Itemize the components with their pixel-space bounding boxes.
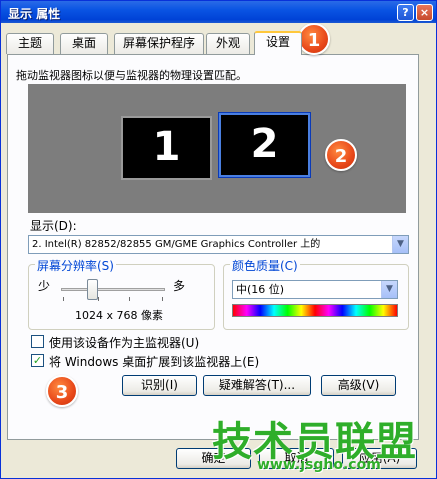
display-label: 显示(D): <box>30 219 77 233</box>
resolution-slider-thumb[interactable] <box>87 279 99 300</box>
identify-button[interactable]: 识别(I) <box>122 375 197 396</box>
resolution-title: 屏幕分辨率(S) <box>35 257 116 274</box>
resolution-less-label: 少 <box>38 279 51 293</box>
slider-tick <box>98 297 99 301</box>
tab-desktop[interactable]: 桌面 <box>60 33 108 54</box>
resolution-value: 1024 x 768 像素 <box>75 309 163 322</box>
color-quality-title: 颜色质量(C) <box>230 257 300 274</box>
tab-bar: 主题 桌面 屏幕保护程序 外观 设置 <box>6 31 426 55</box>
title-bar[interactable]: 显示 属性 ? × <box>1 1 436 23</box>
color-quality-value: 中(16 位) <box>236 283 285 296</box>
extend-desktop-checkbox[interactable]: ✓ <box>31 354 44 367</box>
tab-screensaver[interactable]: 屏幕保护程序 <box>114 33 204 54</box>
slider-tick <box>129 297 130 301</box>
window-title: 显示 属性 <box>8 7 61 21</box>
instruction-text: 拖动监视器图标以便与监视器的物理设置匹配。 <box>16 69 247 82</box>
slider-tick <box>63 297 64 301</box>
display-select-value: 2. Intel(R) 82852/82855 GM/GME Graphics … <box>32 239 321 250</box>
color-quality-select[interactable]: 中(16 位) ▼ <box>232 280 398 299</box>
extend-desktop-label[interactable]: 将 Windows 桌面扩展到该监视器上(E) <box>49 353 259 370</box>
close-button[interactable]: × <box>416 4 433 21</box>
slider-tick <box>162 297 163 301</box>
monitor-1[interactable]: 1 <box>121 116 212 180</box>
advanced-button[interactable]: 高级(V) <box>321 375 396 396</box>
display-select[interactable]: 2. Intel(R) 82852/82855 GM/GME Graphics … <box>28 235 409 254</box>
monitor-2[interactable]: 2 <box>218 112 311 178</box>
tab-themes[interactable]: 主题 <box>6 33 54 54</box>
primary-monitor-checkbox[interactable] <box>31 335 44 348</box>
annotation-badge-2: 2 <box>325 139 357 171</box>
tab-appearance[interactable]: 外观 <box>206 33 250 54</box>
color-spectrum-preview <box>232 304 398 317</box>
resolution-more-label: 多 <box>173 279 186 293</box>
watermark-url: www.jsgho.com <box>257 457 381 473</box>
display-properties-window: 显示 属性 ? × 主题 桌面 屏幕保护程序 外观 设置 拖动监视器图标以便与监… <box>0 0 437 479</box>
help-button[interactable]: ? <box>397 4 414 21</box>
resolution-slider-track[interactable] <box>61 288 165 291</box>
annotation-badge-3: 3 <box>46 375 78 407</box>
annotation-badge-1: 1 <box>298 23 330 55</box>
troubleshoot-button[interactable]: 疑难解答(T)... <box>203 375 311 396</box>
chevron-down-icon[interactable]: ▼ <box>381 281 397 298</box>
chevron-down-icon[interactable]: ▼ <box>392 236 408 253</box>
primary-monitor-label[interactable]: 使用该设备作为主监视器(U) <box>49 334 199 351</box>
tab-settings[interactable]: 设置 <box>254 31 302 55</box>
